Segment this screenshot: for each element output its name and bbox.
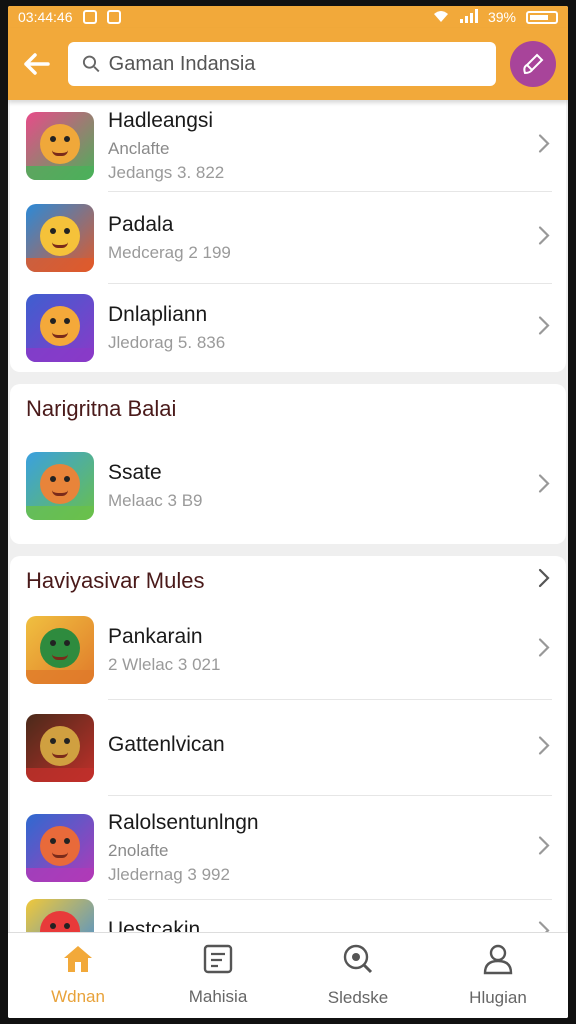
game-item-text: Pankarain 2 Wlelac 3 021 (108, 600, 552, 700)
game-item-text: Ralolsentunlngn 2nolafte Jledernag 3 992 (108, 796, 552, 900)
tab-label: Wdnan (51, 987, 105, 1006)
game-subtitle: Anclafte (108, 138, 170, 158)
game-meta: Jledorag 5. 836 (108, 333, 226, 352)
app-header (8, 28, 568, 100)
game-title: Uestcakin (108, 918, 201, 932)
phone-screen: 03:44:46 39% Hadleangsi Anclafte Jedangs 3… (8, 6, 568, 1018)
chevron-right-icon (538, 736, 550, 761)
game-list-item[interactable]: Gattenlvican (10, 700, 566, 796)
game-section-card: Hadleangsi Anclafte Jedangs 3. 822 Padala Me… (10, 100, 566, 372)
game-app-icon (26, 616, 94, 684)
chevron-right-icon (538, 316, 550, 341)
game-app-icon (26, 714, 94, 782)
section-title[interactable]: Haviyasivar Mules (10, 556, 566, 600)
status-bar: 03:44:46 39% (8, 6, 568, 28)
game-list-item[interactable]: Hadleangsi Anclafte Jedangs 3. 822 (10, 100, 566, 192)
game-section-card: Haviyasivar Mules Pankarain 2 Wlelac 3 021… (10, 556, 566, 932)
game-item-text: Gattenlvican (108, 700, 552, 796)
game-title: Pankarain (108, 624, 203, 648)
search-icon (342, 943, 374, 980)
game-meta: Melaac 3 B9 (108, 491, 203, 510)
game-meta: 2 Wlelac 3 021 (108, 654, 221, 674)
tab-news[interactable]: Mahisia (158, 944, 278, 1007)
game-section-card: Narigritna Balai Ssate Melaac 3 B9 (10, 384, 566, 544)
news-icon (202, 944, 234, 979)
game-title: Padala (108, 212, 174, 236)
tab-label: Mahisia (188, 987, 248, 1006)
game-list-item[interactable]: Uestcakin (10, 899, 566, 932)
tab-label: Hlugian (469, 988, 527, 1007)
game-item-text: Dnlapliann Jledorag 5. 836 (108, 284, 552, 372)
user-icon (482, 943, 514, 980)
battery-percent: 39% (487, 9, 516, 25)
chevron-right-icon (538, 638, 550, 663)
game-app-icon (26, 112, 94, 180)
signal-icon (459, 8, 478, 26)
game-list-item[interactable]: Ssate Melaac 3 B9 (10, 428, 566, 544)
bottom-tab-bar: Wdnan Mahisia Sledske Hlugian (8, 932, 568, 1018)
game-meta: Jledernag 3 992 (108, 864, 230, 884)
home-icon (62, 944, 94, 979)
game-meta: Medcerag 2 199 (108, 242, 231, 262)
game-item-text: Uestcakin (108, 900, 552, 932)
search-input[interactable] (108, 52, 482, 76)
status-time: 03:44:46 (18, 9, 73, 25)
back-arrow-icon (24, 53, 50, 75)
game-item-text: Padala Medcerag 2 199 (108, 192, 552, 284)
chevron-right-icon (538, 226, 550, 251)
search-bar[interactable] (68, 42, 496, 86)
game-item-text: Ssate Melaac 3 B9 (108, 428, 552, 544)
chevron-right-icon (538, 921, 550, 932)
game-title: Ssate (108, 461, 162, 484)
game-app-icon (26, 294, 94, 362)
tab-label: Sledske (327, 988, 389, 1007)
chevron-right-icon (538, 836, 550, 861)
notification-icon (82, 10, 97, 24)
game-app-icon (26, 899, 94, 932)
chevron-right-icon (538, 568, 550, 594)
profile-button[interactable] (510, 41, 556, 87)
back-button[interactable] (20, 47, 54, 81)
game-title: Hadleangsi (108, 108, 214, 132)
game-subtitle: 2nolafte (108, 840, 169, 860)
brush-icon (523, 53, 544, 75)
section-title-text: Narigritna Balai (26, 396, 177, 421)
game-list: Hadleangsi Anclafte Jedangs 3. 822 Padala Me… (8, 100, 568, 932)
game-list-item[interactable]: Padala Medcerag 2 199 (10, 192, 566, 284)
battery-icon (526, 10, 558, 24)
tab-home[interactable]: Wdnan (18, 944, 138, 1007)
game-list-item[interactable]: Ralolsentunlngn 2nolafte Jledernag 3 992 (10, 796, 566, 900)
game-app-icon (26, 452, 94, 520)
game-item-text: Hadleangsi Anclafte Jedangs 3. 822 (108, 100, 552, 192)
search-icon (82, 55, 100, 73)
game-title: Gattenlvican (108, 732, 225, 756)
tab-user[interactable]: Hlugian (438, 943, 558, 1008)
chevron-right-icon (538, 134, 550, 159)
game-list-item[interactable]: Dnlapliann Jledorag 5. 836 (10, 284, 566, 372)
game-app-icon (26, 204, 94, 272)
game-meta: Jedangs 3. 822 (108, 162, 225, 182)
game-app-icon (26, 814, 94, 882)
game-title: Ralolsentunlngn (108, 810, 259, 834)
game-list-item[interactable]: Pankarain 2 Wlelac 3 021 (10, 600, 566, 700)
tab-search[interactable]: Sledske (298, 943, 418, 1008)
app-notification-icon (106, 10, 121, 24)
wifi-icon (432, 9, 450, 26)
section-title-text: Haviyasivar Mules (26, 568, 205, 593)
game-title: Dnlapliann (108, 303, 208, 326)
chevron-right-icon (538, 474, 550, 499)
section-title: Narigritna Balai (10, 384, 566, 428)
